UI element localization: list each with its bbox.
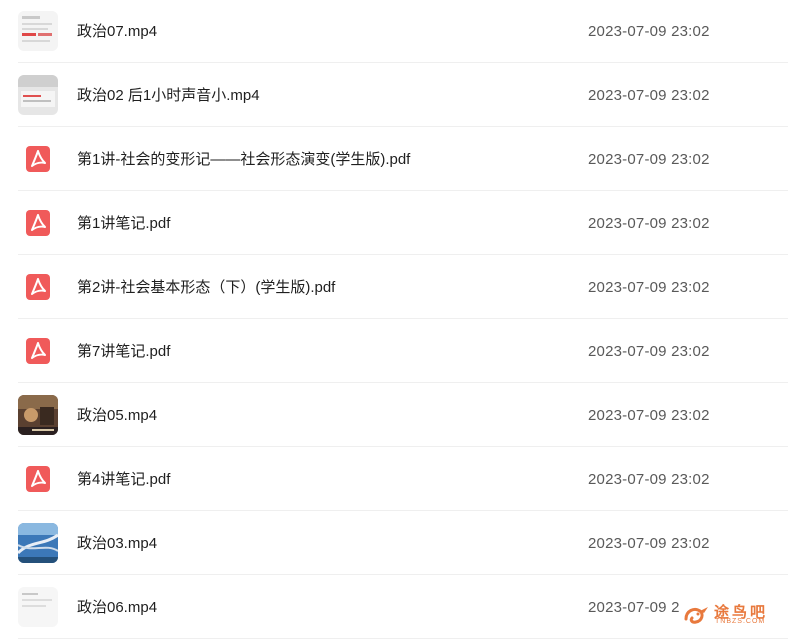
site-watermark: 途鸟吧 TNBZS.COM <box>682 601 782 629</box>
file-row[interactable]: 政治06.mp4 2023-07-09 2 <box>18 576 788 639</box>
video-thumbnail-icon <box>18 523 58 563</box>
file-row[interactable]: 第4讲笔记.pdf 2023-07-09 23:02 <box>18 448 788 511</box>
pdf-icon <box>18 139 58 179</box>
file-date: 2023-07-09 23:02 <box>588 87 710 104</box>
file-date: 2023-07-09 23:02 <box>588 407 710 424</box>
file-name[interactable]: 政治07.mp4 <box>77 0 157 63</box>
file-date: 2023-07-09 23:02 <box>588 279 710 296</box>
file-row[interactable]: 第7讲笔记.pdf 2023-07-09 23:02 <box>18 320 788 383</box>
file-name[interactable]: 第2讲-社会基本形态（下）(学生版).pdf <box>77 256 335 319</box>
pdf-icon <box>18 267 58 307</box>
file-row[interactable]: 政治03.mp4 2023-07-09 23:02 <box>18 512 788 575</box>
file-name[interactable]: 第7讲笔记.pdf <box>77 320 170 383</box>
pdf-icon <box>18 203 58 243</box>
file-row[interactable]: 第1讲-社会的变形记——社会形态演变(学生版).pdf 2023-07-09 2… <box>18 128 788 191</box>
file-date: 2023-07-09 23:02 <box>588 23 710 40</box>
file-name[interactable]: 第1讲笔记.pdf <box>77 192 170 255</box>
pdf-icon <box>18 331 58 371</box>
file-row[interactable]: 第1讲笔记.pdf 2023-07-09 23:02 <box>18 192 788 255</box>
file-date: 2023-07-09 23:02 <box>588 151 710 168</box>
pdf-icon <box>18 459 58 499</box>
video-thumbnail-icon <box>18 587 58 627</box>
file-row[interactable]: 政治07.mp4 2023-07-09 23:02 <box>18 0 788 63</box>
video-thumbnail-icon <box>18 75 58 115</box>
file-row[interactable]: 政治05.mp4 2023-07-09 23:02 <box>18 384 788 447</box>
file-name[interactable]: 第1讲-社会的变形记——社会形态演变(学生版).pdf <box>77 128 410 191</box>
bird-logo-icon <box>684 607 708 624</box>
file-date: 2023-07-09 2 <box>588 599 680 616</box>
file-name[interactable]: 政治03.mp4 <box>77 512 157 575</box>
file-date: 2023-07-09 23:02 <box>588 343 710 360</box>
file-date: 2023-07-09 23:02 <box>588 471 710 488</box>
file-name[interactable]: 政治06.mp4 <box>77 576 157 639</box>
file-row[interactable]: 政治02 后1小时声音小.mp4 2023-07-09 23:02 <box>18 64 788 127</box>
file-name[interactable]: 政治05.mp4 <box>77 384 157 447</box>
file-row[interactable]: 第2讲-社会基本形态（下）(学生版).pdf 2023-07-09 23:02 <box>18 256 788 319</box>
file-name[interactable]: 政治02 后1小时声音小.mp4 <box>77 64 260 127</box>
video-thumbnail-icon <box>18 11 58 51</box>
watermark-subtext: TNBZS.COM <box>715 618 766 625</box>
file-date: 2023-07-09 23:02 <box>588 215 710 232</box>
file-date: 2023-07-09 23:02 <box>588 535 710 552</box>
video-thumbnail-icon <box>18 395 58 435</box>
file-name[interactable]: 第4讲笔记.pdf <box>77 448 170 511</box>
